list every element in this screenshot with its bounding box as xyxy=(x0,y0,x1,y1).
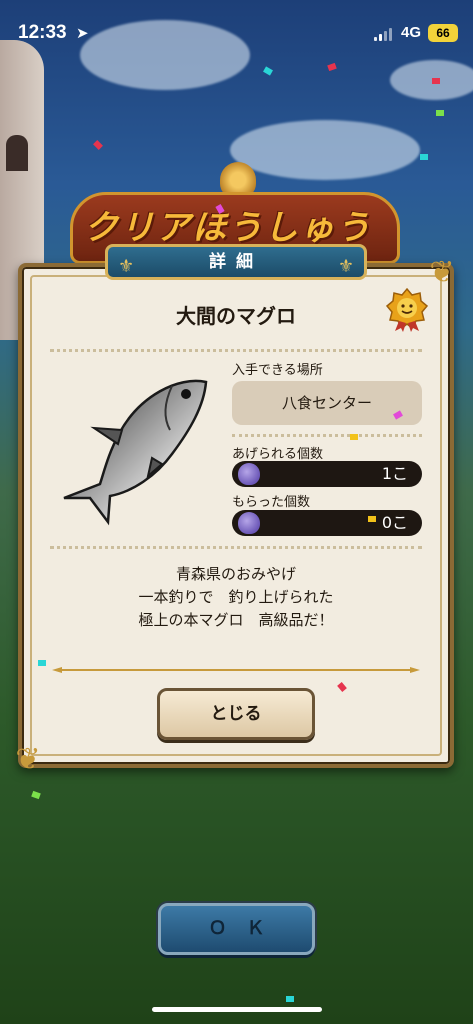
confetti xyxy=(286,996,294,1002)
pouch-icon xyxy=(238,512,260,534)
fleur-icon: ⚜ xyxy=(337,256,354,277)
confetti xyxy=(263,66,273,76)
description-line: 極上の本マグロ 高級品だ！ xyxy=(138,611,334,629)
pouch-icon xyxy=(238,463,260,485)
confetti xyxy=(327,62,337,72)
confetti xyxy=(432,78,440,84)
confetti xyxy=(350,434,358,440)
divider xyxy=(50,349,422,352)
status-bar: 12:33 ➤ 4G 66 xyxy=(0,0,473,60)
received-count-value: 0こ xyxy=(381,513,408,532)
confetti xyxy=(368,516,376,522)
gold-divider xyxy=(52,667,420,673)
tuna-icon xyxy=(63,379,208,526)
confetti xyxy=(38,660,46,666)
ornament-icon: ❦ xyxy=(15,742,41,777)
fleur-icon: ⚜ xyxy=(118,256,135,277)
divider xyxy=(232,434,422,437)
confetti xyxy=(420,154,428,160)
received-count-bar: 0こ xyxy=(232,510,422,536)
detail-header-label: 詳細 xyxy=(209,252,263,272)
received-count-label: もらった個数 xyxy=(232,495,311,510)
detail-header: ⚜ 詳細 ⚜ xyxy=(105,244,367,280)
location-label: 入手できる場所 xyxy=(232,363,323,378)
confetti xyxy=(31,790,41,800)
status-time: 12:33 xyxy=(18,22,67,43)
description-line: 一本釣りで 釣り上げられた xyxy=(138,588,334,606)
given-count-label: あげられる個数 xyxy=(232,447,324,462)
location-arrow-icon: ➤ xyxy=(76,24,89,42)
ornament-icon: ❦ xyxy=(429,255,455,290)
confetti xyxy=(93,140,103,150)
given-count-value: 1こ xyxy=(381,464,408,483)
description-line: 青森県のおみやげ xyxy=(175,565,296,583)
given-count-bar: 1こ xyxy=(232,461,422,487)
network-label: 4G xyxy=(401,24,422,41)
confetti xyxy=(436,110,444,116)
divider xyxy=(50,546,422,549)
medal-icon xyxy=(385,287,429,332)
battery-indicator: 66 xyxy=(428,24,458,42)
home-indicator xyxy=(152,1007,322,1012)
close-button[interactable]: とじる xyxy=(157,688,315,740)
location-value: 八食センター xyxy=(232,381,422,425)
signal-icon xyxy=(374,27,392,41)
ok-button[interactable]: ＯＫ xyxy=(158,903,315,955)
banner-title: クリアほうしゅう xyxy=(84,208,372,248)
